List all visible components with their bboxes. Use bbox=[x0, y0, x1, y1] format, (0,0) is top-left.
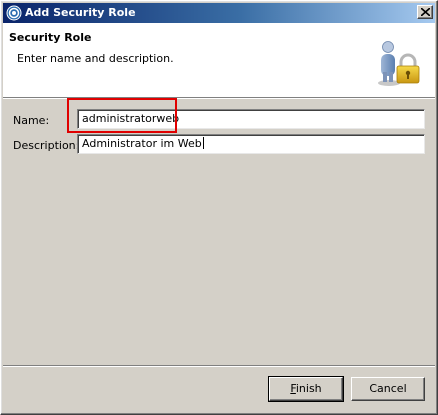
title-bar[interactable]: Add Security Role bbox=[3, 3, 435, 23]
description-value: Administrator im Web bbox=[82, 137, 202, 150]
description-label: Description: bbox=[13, 139, 80, 152]
finish-label: inish bbox=[295, 382, 322, 395]
finish-button[interactable]: Finish bbox=[268, 376, 344, 402]
wizard-banner: Security Role Enter name and description… bbox=[3, 23, 435, 97]
name-field[interactable]: administratorweb bbox=[77, 109, 425, 129]
cancel-button[interactable]: Cancel bbox=[351, 377, 425, 401]
description-field[interactable]: Administrator im Web bbox=[77, 134, 425, 154]
window-title: Add Security Role bbox=[25, 6, 136, 19]
banner-title: Security Role bbox=[9, 31, 92, 44]
separator bbox=[3, 97, 435, 99]
dialog-window: Add Security Role Security Role Enter na… bbox=[0, 0, 438, 415]
close-icon bbox=[421, 8, 430, 16]
name-value: administratorweb bbox=[82, 112, 180, 125]
banner-description: Enter name and description. bbox=[17, 52, 174, 65]
close-button[interactable] bbox=[417, 5, 433, 19]
name-label: Name: bbox=[13, 114, 50, 127]
button-bar-separator bbox=[3, 365, 435, 367]
text-caret bbox=[202, 137, 204, 149]
user-lock-icon bbox=[375, 39, 423, 87]
app-icon bbox=[6, 5, 22, 21]
